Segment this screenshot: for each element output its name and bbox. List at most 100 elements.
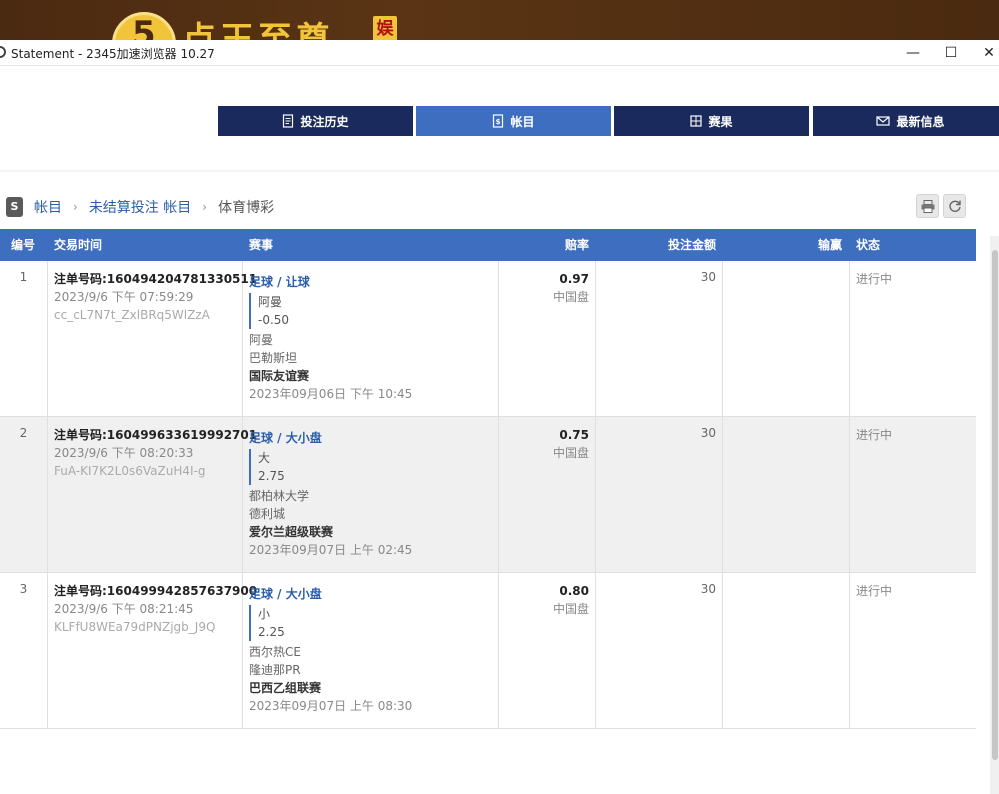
bet-status: 进行中 xyxy=(856,584,893,598)
breadcrumb-home-link[interactable]: 帐目 xyxy=(34,197,62,217)
minimize-button[interactable]: — xyxy=(903,43,923,63)
breadcrumb: S 帐目 › 未结算投注 帐目 › 体育博彩 xyxy=(6,196,274,218)
market-type: 足球 / 大小盘 xyxy=(249,431,322,445)
odds-info: 0.97 中国盘 xyxy=(498,261,589,306)
handicap-line: 2.75 xyxy=(258,469,285,483)
bet-status: 进行中 xyxy=(856,272,893,286)
col-header-winloss: 输赢 xyxy=(818,238,843,252)
away-team: 巴勒斯坦 xyxy=(249,351,298,365)
order-number: 注单号码:160494204781330511 xyxy=(54,272,258,286)
breadcrumb-unsettled-link[interactable]: 未结算投注 帐目 xyxy=(89,197,191,217)
table-row[interactable]: 2 注单号码:160499633619992701 2023/9/6 下午 08… xyxy=(0,417,976,573)
market-type: 足球 / 大小盘 xyxy=(249,587,322,601)
row-index: 3 xyxy=(19,582,28,596)
col-header-status: 状态 xyxy=(856,238,881,252)
handicap-line: -0.50 xyxy=(258,313,290,327)
row-index: 1 xyxy=(19,270,28,284)
statement-icon: S xyxy=(6,197,23,217)
away-team: 德利城 xyxy=(249,507,286,521)
scrollbar-thumb[interactable] xyxy=(992,250,998,760)
tab-label: 帐目 xyxy=(510,114,535,129)
transaction-time: 2023/9/6 下午 07:59:29 xyxy=(54,290,194,304)
receipt-icon xyxy=(283,114,294,128)
svg-text:$: $ xyxy=(496,118,501,126)
tab-latest-news[interactable]: 最新信息 xyxy=(813,106,999,136)
ad-banner: 5 点王至尊 娱 xyxy=(0,0,999,40)
odds-type: 中国盘 xyxy=(552,290,589,304)
col-header-odds: 赔率 xyxy=(565,238,590,252)
selection-block: 阿曼 -0.50 xyxy=(249,293,494,329)
order-number: 注单号码:160499942857637900 xyxy=(54,584,258,598)
statement-table: 编号 交易时间 赛事 赔率 投注金额 输赢 状态 1 注单号码:16049420… xyxy=(0,229,976,729)
col-header-stake: 投注金额 xyxy=(668,238,717,252)
table-row[interactable]: 1 注单号码:160494204781330511 2023/9/6 下午 07… xyxy=(0,261,976,417)
kickoff-time: 2023年09月06日 下午 10:45 xyxy=(249,387,413,401)
transaction-code: KLFfU8WEa79dPNZjgb_J9Q xyxy=(54,620,216,634)
bet-status: 进行中 xyxy=(856,428,893,442)
handicap-line: 2.25 xyxy=(258,625,285,639)
away-team: 隆迪那PR xyxy=(249,663,301,677)
transaction-code: cc_cL7N7t_ZxlBRq5WlZzA xyxy=(54,308,210,322)
col-header-event: 赛事 xyxy=(249,238,274,252)
order-number: 注单号码:160499633619992701 xyxy=(54,428,258,442)
ledger-icon: $ xyxy=(493,114,504,128)
table-row[interactable]: 3 注单号码:160499942857637900 2023/9/6 下午 08… xyxy=(0,573,976,729)
close-button[interactable]: ✕ xyxy=(979,43,999,63)
event-info: 足球 / 大小盘 大 2.75 都柏林大学 德利城 爱尔兰超级联赛 2023年0… xyxy=(249,417,494,559)
league-name: 国际友谊赛 xyxy=(249,369,310,383)
odds-value: 0.75 xyxy=(559,428,589,442)
stake-amount: 30 xyxy=(700,270,716,284)
tab-results[interactable]: 赛果 xyxy=(614,106,809,136)
transaction-time: 2023/9/6 下午 08:20:33 xyxy=(54,446,194,460)
event-info: 足球 / 大小盘 小 2.25 西尔热CE 隆迪那PR 巴西乙组联赛 2023年… xyxy=(249,573,494,715)
home-team: 都柏林大学 xyxy=(249,489,310,503)
selection: 大 xyxy=(258,451,271,465)
scoreboard-icon xyxy=(690,115,703,127)
transaction-info: 注单号码:160499633619992701 2023/9/6 下午 08:2… xyxy=(54,417,257,480)
event-info: 足球 / 让球 阿曼 -0.50 阿曼 巴勒斯坦 国际友谊赛 2023年09月0… xyxy=(249,261,494,403)
table-header: 编号 交易时间 赛事 赔率 投注金额 输赢 状态 xyxy=(0,229,976,261)
odds-value: 0.97 xyxy=(559,272,589,286)
home-team: 阿曼 xyxy=(249,333,274,347)
window-title: Statement - 2345加速浏览器 10.27 xyxy=(11,47,215,61)
tab-bet-history[interactable]: 投注历史 xyxy=(218,106,413,136)
brand-badge: 娱 xyxy=(373,16,397,40)
maximize-button[interactable]: ☐ xyxy=(941,43,961,63)
tab-account[interactable]: $ 帐目 xyxy=(416,106,611,136)
printer-icon xyxy=(921,199,934,213)
section-divider xyxy=(0,170,999,172)
tab-label: 投注历史 xyxy=(300,114,349,129)
breadcrumb-current: 体育博彩 xyxy=(218,200,275,216)
tab-label: 赛果 xyxy=(708,114,733,129)
selection: 小 xyxy=(258,607,271,621)
table-body: 1 注单号码:160494204781330511 2023/9/6 下午 07… xyxy=(0,261,976,729)
kickoff-time: 2023年09月07日 上午 02:45 xyxy=(249,543,413,557)
selection: 阿曼 xyxy=(258,295,283,309)
brand-logo-number: 5 xyxy=(132,14,156,40)
league-name: 巴西乙组联赛 xyxy=(249,681,322,695)
stake-amount: 30 xyxy=(700,582,716,596)
odds-type: 中国盘 xyxy=(552,602,589,616)
refresh-icon xyxy=(948,200,961,212)
window-titlebar: Statement - 2345加速浏览器 10.27 — ☐ ✕ xyxy=(0,40,999,66)
page-content: 投注历史 $ 帐目 赛果 最新信息 S 帐目 › 未结算投注 帐目 › 体育博彩… xyxy=(0,66,999,794)
market-type: 足球 / 让球 xyxy=(249,275,310,289)
odds-info: 0.75 中国盘 xyxy=(498,417,589,462)
kickoff-time: 2023年09月07日 上午 08:30 xyxy=(249,699,413,713)
selection-block: 大 2.75 xyxy=(249,449,494,485)
transaction-code: FuA-KI7K2L0s6VaZuH4I-g xyxy=(54,464,206,478)
transaction-time: 2023/9/6 下午 08:21:45 xyxy=(54,602,194,616)
refresh-button[interactable] xyxy=(943,194,966,218)
home-team: 西尔热CE xyxy=(249,645,301,659)
stake-amount: 30 xyxy=(700,426,716,440)
odds-type: 中国盘 xyxy=(552,446,589,460)
vertical-scrollbar[interactable] xyxy=(990,236,999,794)
selection-block: 小 2.25 xyxy=(249,605,494,641)
transaction-info: 注单号码:160499942857637900 2023/9/6 下午 08:2… xyxy=(54,573,257,636)
col-header-time: 交易时间 xyxy=(54,238,103,252)
transaction-info: 注单号码:160494204781330511 2023/9/6 下午 07:5… xyxy=(54,261,257,324)
chevron-right-icon: › xyxy=(73,200,78,214)
tab-label: 最新信息 xyxy=(896,114,945,129)
print-button[interactable] xyxy=(916,194,939,218)
row-index: 2 xyxy=(19,426,28,440)
